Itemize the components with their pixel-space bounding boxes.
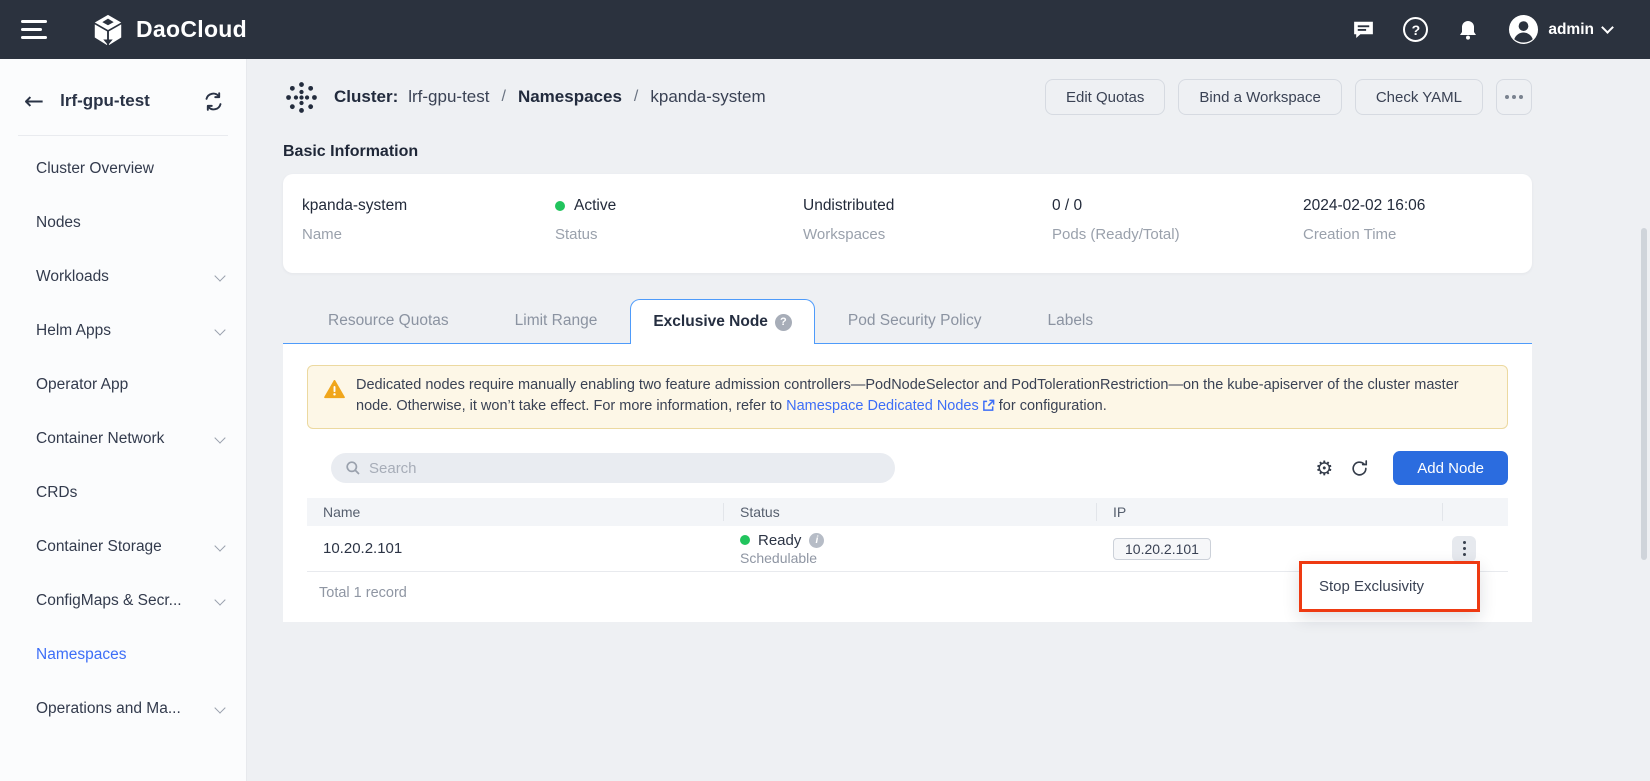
basic-info-card: kpanda-system Name Active Status Undistr… — [283, 174, 1532, 273]
tab-bar: Resource Quotas Limit Range Exclusive No… — [283, 299, 1532, 344]
stop-exclusivity-menu-item[interactable]: Stop Exclusivity — [1299, 561, 1480, 612]
hamburger-menu-icon[interactable] — [21, 15, 47, 44]
chevron-down-icon — [214, 324, 225, 335]
column-header-name: Name — [307, 503, 724, 521]
info-field-name: kpanda-system Name — [302, 197, 555, 273]
bind-workspace-button[interactable]: Bind a Workspace — [1178, 79, 1341, 115]
daocloud-logo-icon — [91, 13, 125, 47]
cluster-dots-icon — [283, 79, 320, 116]
table-header: Name Status IP — [307, 498, 1508, 526]
sidebar-cluster-name: lrf-gpu-test — [60, 91, 150, 111]
info-field-creation-time: 2024-02-02 16:06 Creation Time — [1303, 197, 1532, 273]
ready-dot-green — [740, 535, 750, 545]
edit-quotas-button[interactable]: Edit Quotas — [1045, 79, 1165, 115]
row-actions-cell — [1443, 536, 1508, 562]
dedicated-nodes-doc-link[interactable]: Namespace Dedicated Nodes — [786, 398, 979, 414]
external-link-icon — [982, 398, 995, 419]
cluster-switch-icon[interactable] — [203, 91, 224, 112]
brand-name: DaoCloud — [136, 16, 247, 43]
sidebar-divider — [18, 135, 228, 136]
warning-banner: Dedicated nodes require manually enablin… — [307, 365, 1508, 429]
sidebar-item-cluster-overview[interactable]: Cluster Overview — [0, 142, 246, 196]
help-badge-icon[interactable]: ? — [775, 314, 792, 331]
node-status-cell: Readyi Schedulable — [724, 532, 1097, 566]
breadcrumb: Cluster: lrf-gpu-test / Namespaces / kpa… — [283, 75, 1532, 119]
column-header-ip: IP — [1097, 503, 1443, 521]
chevron-down-icon — [214, 594, 225, 605]
notifications-bell-icon[interactable] — [1455, 17, 1481, 43]
chevron-down-icon — [214, 540, 225, 551]
ip-chip: 10.20.2.101 — [1113, 538, 1211, 560]
tab-limit-range[interactable]: Limit Range — [482, 299, 631, 343]
avatar — [1508, 14, 1539, 45]
basic-info-title: Basic Information — [283, 143, 1532, 161]
brand: DaoCloud — [91, 13, 247, 47]
sidebar-item-workloads[interactable]: Workloads — [0, 250, 246, 304]
breadcrumb-namespaces-link[interactable]: Namespaces — [518, 87, 622, 107]
top-navbar: DaoCloud ? admin — [0, 0, 1650, 59]
refresh-icon[interactable] — [1350, 459, 1369, 478]
sidebar-item-operations[interactable]: Operations and Ma... — [0, 682, 246, 736]
chevron-down-icon — [214, 432, 225, 443]
info-icon[interactable]: i — [809, 533, 824, 548]
chevron-down-icon — [1601, 21, 1614, 34]
breadcrumb-cluster-link[interactable]: lrf-gpu-test — [408, 87, 489, 107]
user-menu[interactable]: admin — [1508, 14, 1612, 45]
check-yaml-button[interactable]: Check YAML — [1355, 79, 1483, 115]
user-name: admin — [1548, 21, 1594, 39]
tab-pod-security-policy[interactable]: Pod Security Policy — [815, 299, 1015, 343]
row-kebab-menu-button[interactable] — [1452, 536, 1476, 562]
column-header-status: Status — [724, 503, 1097, 521]
sidebar-item-crds[interactable]: CRDs — [0, 466, 246, 520]
node-toolbar: ⚙ Add Node — [307, 451, 1508, 485]
tab-labels[interactable]: Labels — [1014, 299, 1126, 343]
sidebar-item-container-network[interactable]: Container Network — [0, 412, 246, 466]
back-arrow-icon[interactable]: ← — [24, 89, 44, 113]
add-node-button[interactable]: Add Node — [1393, 451, 1508, 485]
tab-exclusive-node[interactable]: Exclusive Node? — [630, 299, 815, 344]
chevron-down-icon — [214, 270, 225, 281]
info-field-workspaces: Undistributed Workspaces — [803, 197, 1052, 273]
sidebar: ← lrf-gpu-test Cluster Overview Nodes Wo… — [0, 59, 247, 781]
search-box[interactable] — [331, 453, 895, 483]
node-name-cell: 10.20.2.101 — [307, 540, 724, 557]
node-ip-cell: 10.20.2.101 — [1097, 538, 1443, 560]
breadcrumb-prefix: Cluster: — [334, 87, 398, 107]
sidebar-item-helm-apps[interactable]: Helm Apps — [0, 304, 246, 358]
info-field-pods: 0 / 0 Pods (Ready/Total) — [1052, 197, 1303, 273]
vertical-scrollbar[interactable] — [1641, 228, 1647, 560]
sidebar-item-container-storage[interactable]: Container Storage — [0, 520, 246, 574]
more-actions-button[interactable] — [1496, 79, 1532, 115]
tab-resource-quotas[interactable]: Resource Quotas — [295, 299, 482, 343]
column-header-actions — [1443, 503, 1508, 521]
sidebar-item-nodes[interactable]: Nodes — [0, 196, 246, 250]
main-content: Cluster: lrf-gpu-test / Namespaces / kpa… — [247, 59, 1650, 781]
warning-triangle-icon — [324, 380, 345, 419]
sidebar-item-operator-app[interactable]: Operator App — [0, 358, 246, 412]
settings-gear-icon[interactable]: ⚙ — [1315, 456, 1333, 480]
breadcrumb-current: kpanda-system — [650, 87, 765, 107]
help-icon[interactable]: ? — [1403, 17, 1428, 42]
chevron-down-icon — [214, 702, 225, 713]
sidebar-item-namespaces[interactable]: Namespaces — [0, 628, 246, 682]
status-dot-green — [555, 201, 565, 211]
info-field-status: Active Status — [555, 197, 803, 273]
search-icon — [345, 460, 361, 476]
messages-icon[interactable] — [1350, 17, 1376, 43]
search-input[interactable] — [369, 460, 881, 477]
warning-text: Dedicated nodes require manually enablin… — [356, 375, 1491, 419]
sidebar-item-configmaps-secrets[interactable]: ConfigMaps & Secr... — [0, 574, 246, 628]
